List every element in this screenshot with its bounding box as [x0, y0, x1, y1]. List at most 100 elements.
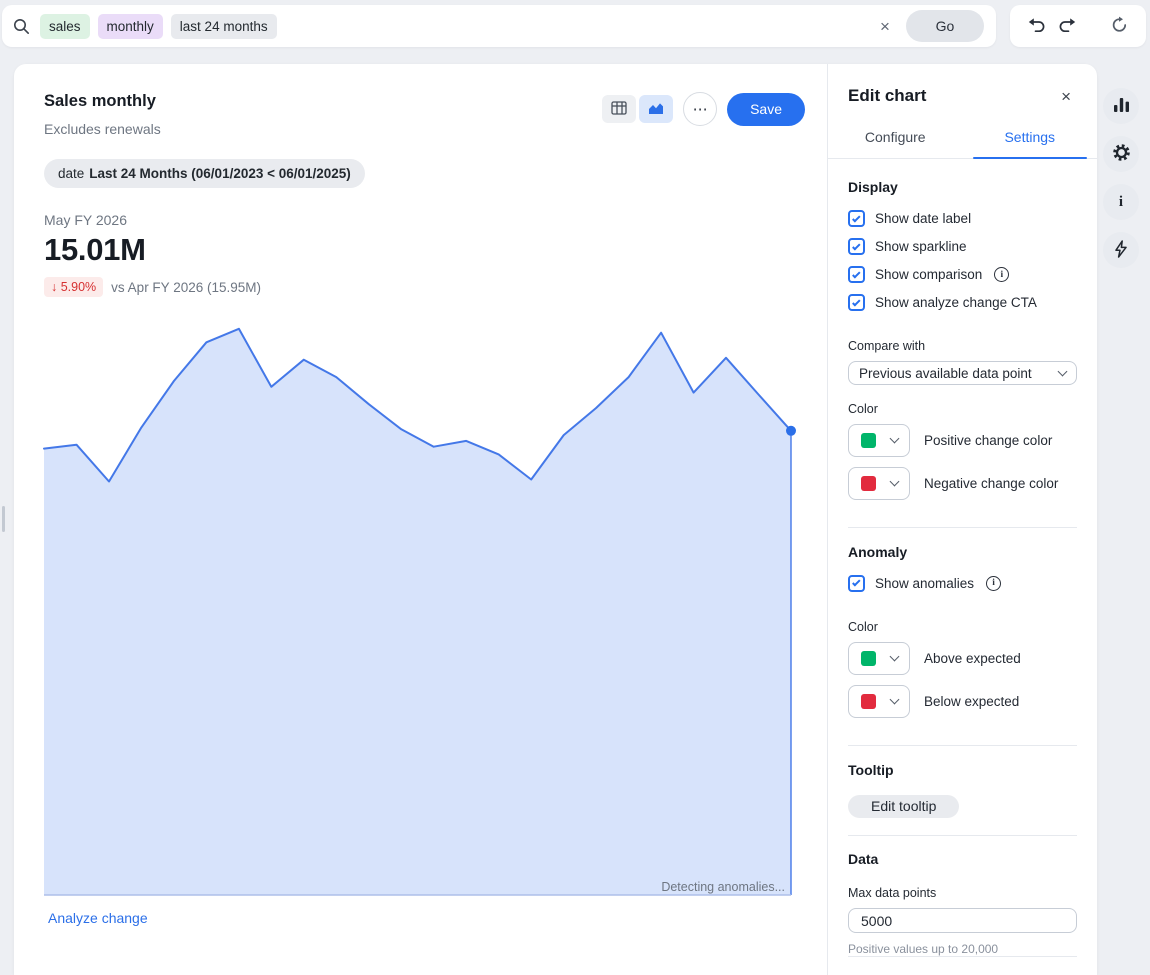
above-expected-label: Above expected [924, 651, 1021, 666]
info-icon[interactable]: i [994, 267, 1009, 282]
area-chart-icon [648, 101, 664, 118]
below-expected-label: Below expected [924, 694, 1019, 709]
panel-close-button[interactable]: × [1055, 87, 1077, 106]
info-rail-button[interactable]: i [1103, 184, 1139, 220]
viz-subtitle: Excludes renewals [44, 121, 161, 137]
last-point-dot [786, 426, 796, 436]
section-divider [848, 835, 1077, 836]
display-section-heading: Display [848, 179, 1077, 195]
checkbox-show-comparison[interactable]: Show comparison i [848, 266, 1077, 283]
search-token-period[interactable]: last 24 months [171, 14, 277, 39]
kpi-period-label: May FY 2026 [44, 212, 805, 228]
search-bar[interactable]: sales monthly last 24 months × Go [2, 5, 996, 47]
tab-configure[interactable]: Configure [828, 120, 963, 158]
edit-tooltip-button[interactable]: Edit tooltip [848, 795, 959, 818]
right-icon-rail: i [1103, 88, 1139, 268]
view-toggle [602, 95, 673, 123]
reset-history-icon [1110, 15, 1129, 37]
search-token-monthly[interactable]: monthly [98, 14, 163, 39]
checkbox-checked-icon [848, 210, 865, 227]
above-expected-row: Above expected [848, 642, 1077, 675]
search-icon [12, 17, 30, 35]
negative-color-label: Negative change color [924, 476, 1058, 491]
area-fill [44, 329, 791, 895]
checkbox-checked-icon [848, 266, 865, 283]
above-expected-color-select[interactable] [848, 642, 910, 675]
compare-with-select[interactable]: Previous available data point [848, 361, 1077, 385]
more-options-button[interactable]: ⋯ [683, 92, 717, 126]
panel-body: Display Show date label Show sparkline S… [828, 159, 1097, 975]
checkbox-show-date-label[interactable]: Show date label [848, 210, 1077, 227]
table-view-button[interactable] [602, 95, 636, 123]
display-color-label: Color [848, 402, 1077, 416]
chevron-down-icon [1058, 366, 1068, 376]
section-divider [848, 745, 1077, 746]
redo-button[interactable] [1052, 11, 1082, 41]
go-button[interactable]: Go [906, 10, 984, 42]
viz-title-block: Sales monthly Excludes renewals [44, 92, 161, 137]
info-icon[interactable]: i [986, 576, 1001, 591]
max-data-points-input[interactable] [848, 908, 1077, 933]
sparkline-chart[interactable]: Detecting anomalies... [44, 323, 791, 896]
panel-resize-handle[interactable] [2, 506, 5, 532]
viz-header: Sales monthly Excludes renewals [44, 92, 805, 137]
chart-view-button[interactable] [639, 95, 673, 123]
anomaly-color-label: Color [848, 620, 1077, 634]
max-data-points-label: Max data points [848, 886, 1077, 900]
close-icon: × [880, 17, 890, 36]
sparkline-chart-svg [44, 323, 791, 896]
lightning-icon [1114, 240, 1128, 261]
spotiq-rail-button[interactable] [1103, 232, 1139, 268]
checkbox-label: Show sparkline [875, 239, 967, 254]
tooltip-section-heading: Tooltip [848, 762, 1077, 778]
checkbox-checked-icon [848, 575, 865, 592]
undo-button[interactable] [1022, 11, 1052, 41]
panel-title: Edit chart [848, 86, 926, 106]
comparison-text: vs Apr FY 2026 (15.95M) [111, 280, 261, 295]
visualization-area: Sales monthly Excludes renewals [14, 64, 827, 975]
positive-color-row: Positive change color [848, 424, 1077, 457]
chevron-down-icon [889, 477, 899, 487]
checkbox-checked-icon [848, 294, 865, 311]
negative-color-swatch [861, 476, 876, 491]
redo-arrow-icon [1057, 16, 1077, 37]
positive-color-select[interactable] [848, 424, 910, 457]
panel-footer-divider [848, 956, 1077, 957]
panel-header: Edit chart × [828, 64, 1097, 120]
analyze-change-link[interactable]: Analyze change [48, 910, 148, 926]
above-expected-swatch [861, 651, 876, 666]
save-button[interactable]: Save [727, 93, 805, 126]
negative-color-select[interactable] [848, 467, 910, 500]
positive-color-swatch [861, 433, 876, 448]
checkbox-label: Show date label [875, 211, 971, 226]
tab-settings[interactable]: Settings [963, 120, 1098, 158]
close-icon: × [1061, 87, 1071, 106]
clear-search-button[interactable]: × [872, 17, 898, 36]
kpi-change-row: ↓ 5.90% vs Apr FY 2026 (15.95M) [44, 277, 805, 297]
checkbox-label: Show anomalies [875, 576, 974, 591]
positive-color-label: Positive change color [924, 433, 1052, 448]
more-icon: ⋯ [693, 101, 708, 118]
chevron-down-icon [889, 695, 899, 705]
charts-rail-button[interactable] [1103, 88, 1139, 124]
date-filter-chip[interactable]: date Last 24 Months (06/01/2023 < 06/01/… [44, 159, 365, 188]
reset-button[interactable] [1104, 11, 1134, 41]
undo-arrow-icon [1027, 16, 1047, 37]
checkbox-show-anomalies[interactable]: Show anomalies i [848, 575, 1077, 592]
checkbox-show-analyze-change-cta[interactable]: Show analyze change CTA [848, 294, 1077, 311]
compare-with-label: Compare with [848, 339, 1077, 353]
below-expected-color-select[interactable] [848, 685, 910, 718]
filter-chip-prefix: date [58, 166, 84, 181]
chevron-down-icon [889, 434, 899, 444]
checkbox-show-sparkline[interactable]: Show sparkline [848, 238, 1077, 255]
kpi-value: 15.01M [44, 232, 805, 268]
below-expected-swatch [861, 694, 876, 709]
answer-card: Sales monthly Excludes renewals [14, 64, 1097, 975]
checkbox-label: Show analyze change CTA [875, 295, 1037, 310]
search-token-sales[interactable]: sales [40, 14, 90, 39]
data-section-heading: Data [848, 851, 1077, 867]
checkbox-label: Show comparison [875, 267, 982, 282]
table-icon [611, 101, 627, 118]
chevron-down-icon [889, 652, 899, 662]
settings-rail-button[interactable] [1103, 136, 1139, 172]
